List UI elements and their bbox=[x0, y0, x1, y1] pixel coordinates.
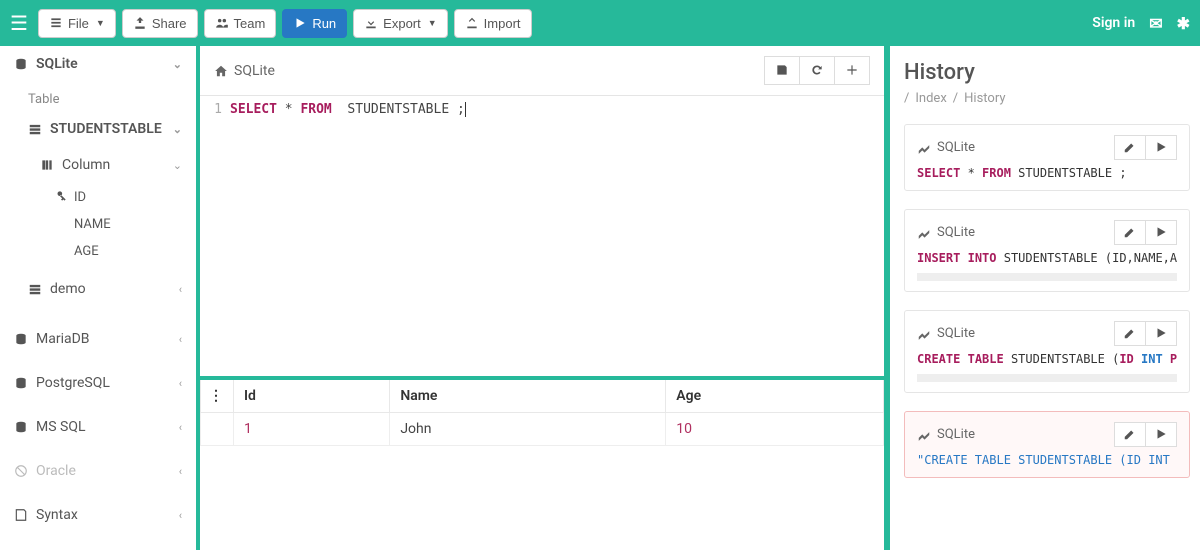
history-scrollbar[interactable] bbox=[917, 374, 1177, 382]
file-button[interactable]: File▼ bbox=[38, 9, 116, 38]
sidebar-db-sqlite[interactable]: SQLite⌄ bbox=[0, 46, 196, 82]
sidebar-syntax[interactable]: Syntax‹ bbox=[0, 497, 196, 533]
history-run-button[interactable] bbox=[1146, 220, 1177, 245]
history-sql: "CREATE TABLE STUDENTSTABLE (ID INT P bbox=[917, 453, 1177, 467]
history-sql: CREATE TABLE STUDENTSTABLE (ID INT PRI bbox=[917, 352, 1177, 366]
sidebar: SQLite⌄ Table STUDENTSTABLE⌄ Column⌄ ID … bbox=[0, 46, 200, 550]
history-edit-button[interactable] bbox=[1114, 220, 1146, 245]
sql-editor[interactable]: 1 SELECT * FROM STUDENTSTABLE ; bbox=[200, 96, 884, 380]
row-menu-header[interactable]: ⋮ bbox=[201, 380, 234, 413]
sidebar-db-mariadb[interactable]: MariaDB‹ bbox=[0, 321, 196, 357]
sidebar-column-id[interactable]: ID bbox=[0, 183, 196, 211]
history-run-button[interactable] bbox=[1146, 135, 1177, 160]
history-db-label: SQLite bbox=[917, 225, 975, 240]
history-edit-button[interactable] bbox=[1114, 321, 1146, 346]
import-button[interactable]: Import bbox=[454, 9, 532, 38]
col-age[interactable]: Age bbox=[666, 380, 884, 413]
menu-icon[interactable]: ☰ bbox=[10, 11, 28, 35]
history-db-label: SQLite bbox=[917, 427, 975, 442]
sidebar-db-mssql[interactable]: MS SQL‹ bbox=[0, 409, 196, 445]
history-sql: SELECT * FROM STUDENTSTABLE ; bbox=[917, 166, 1177, 180]
history-title: History bbox=[904, 60, 1190, 85]
history-breadcrumb: /Index/History bbox=[904, 91, 1190, 106]
sidebar-table-label: Table bbox=[0, 82, 196, 111]
editor-gutter: 1 bbox=[200, 102, 230, 370]
share-button[interactable]: Share bbox=[122, 9, 198, 38]
results-pane: ⋮ Id Name Age 1 John 10 bbox=[200, 380, 884, 550]
top-toolbar: ☰ File▼ Share Team Run Export▼ Import Si… bbox=[0, 0, 1200, 46]
home-icon bbox=[214, 64, 228, 78]
history-db-label: SQLite bbox=[917, 326, 975, 341]
refresh-icon-button[interactable] bbox=[800, 56, 835, 85]
bc-index[interactable]: Index bbox=[915, 91, 946, 106]
save-icon-button[interactable] bbox=[764, 56, 800, 85]
export-button[interactable]: Export▼ bbox=[353, 9, 448, 38]
history-run-button[interactable] bbox=[1146, 321, 1177, 346]
signin-link[interactable]: Sign in bbox=[1092, 15, 1135, 31]
team-button[interactable]: Team bbox=[204, 9, 277, 38]
sidebar-db-postgresql[interactable]: PostgreSQL‹ bbox=[0, 365, 196, 401]
history-edit-button[interactable] bbox=[1114, 422, 1146, 447]
col-name[interactable]: Name bbox=[390, 380, 666, 413]
sidebar-column-label[interactable]: Column⌄ bbox=[0, 147, 196, 183]
add-icon-button[interactable] bbox=[835, 56, 870, 85]
run-button[interactable]: Run bbox=[282, 9, 347, 38]
history-item: SQLite CREATE TABLE STUDENTSTABLE (ID INT… bbox=[904, 310, 1190, 393]
col-id[interactable]: Id bbox=[234, 380, 390, 413]
history-run-button[interactable] bbox=[1146, 422, 1177, 447]
sidebar-table-studentstable[interactable]: STUDENTSTABLE⌄ bbox=[0, 111, 196, 147]
history-panel: History /Index/History SQLite SELECT * FR… bbox=[890, 46, 1200, 550]
sidebar-db-oracle: Oracle‹ bbox=[0, 453, 196, 489]
history-item: SQLite "CREATE TABLE STUDENTSTABLE (ID IN… bbox=[904, 411, 1190, 478]
editor-header: SQLite bbox=[200, 46, 884, 96]
sidebar-table-demo[interactable]: demo‹ bbox=[0, 271, 196, 307]
mail-icon[interactable]: ✉ bbox=[1149, 14, 1162, 33]
sidebar-column-age[interactable]: AGE bbox=[0, 238, 196, 265]
settings-icon[interactable]: ✱ bbox=[1177, 14, 1190, 33]
sidebar-column-name[interactable]: NAME bbox=[0, 211, 196, 238]
history-item: SQLite INSERT INTO STUDENTSTABLE (ID,NAME… bbox=[904, 209, 1190, 292]
history-db-label: SQLite bbox=[917, 140, 975, 155]
history-scrollbar[interactable] bbox=[917, 273, 1177, 281]
history-sql: INSERT INTO STUDENTSTABLE (ID,NAME,AG bbox=[917, 251, 1177, 265]
history-edit-button[interactable] bbox=[1114, 135, 1146, 160]
table-row[interactable]: 1 John 10 bbox=[201, 413, 884, 446]
history-item: SQLite SELECT * FROM STUDENTSTABLE ; bbox=[904, 124, 1190, 191]
bc-history[interactable]: History bbox=[964, 91, 1005, 106]
editor-crumb: SQLite bbox=[234, 63, 275, 79]
